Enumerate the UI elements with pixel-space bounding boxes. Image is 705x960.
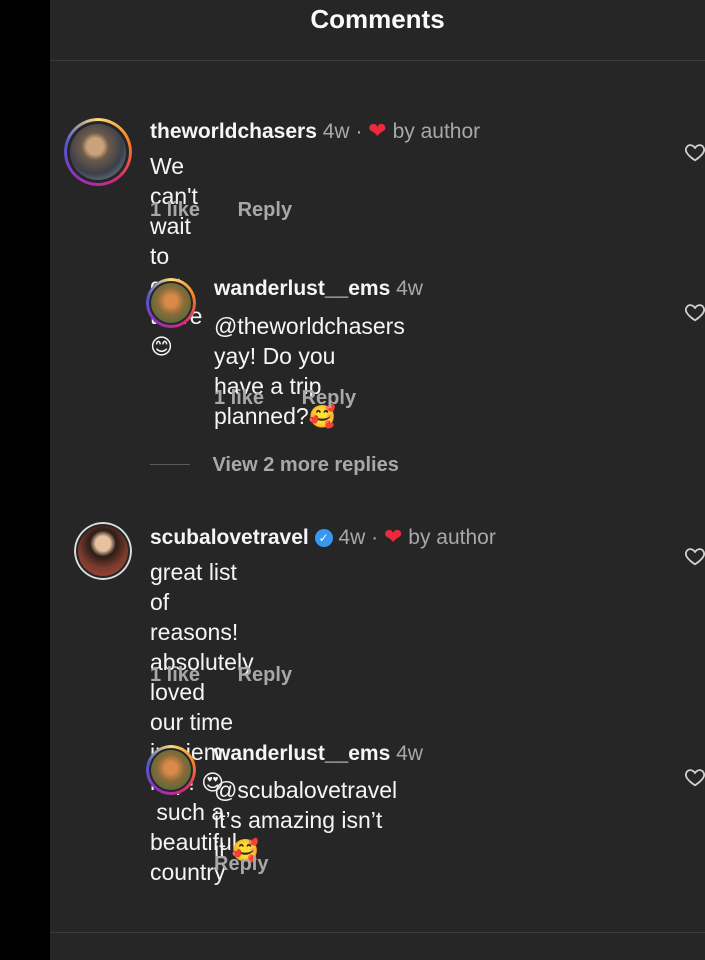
avatar[interactable]	[74, 522, 132, 580]
heart-outline-icon[interactable]	[684, 545, 705, 567]
like-count[interactable]: 1 like	[150, 664, 200, 686]
comment-username[interactable]: wanderlust__ems	[214, 277, 390, 300]
left-edge-bar	[0, 0, 50, 960]
reply-button[interactable]: Reply	[302, 387, 356, 409]
heart-outline-icon[interactable]	[684, 301, 705, 323]
author-heart-icon: ❤	[384, 524, 403, 549]
comments-header: Comments	[50, 0, 705, 61]
author-heart-icon: ❤	[368, 118, 387, 143]
page-title: Comments	[310, 4, 445, 34]
comment-text: We can't wait to get there 😊	[150, 153, 202, 359]
comment-text: @scubalovetravel it’s amazing isn’t it 🥰	[214, 777, 398, 863]
reply-button[interactable]: Reply	[214, 853, 268, 875]
smile-emoji: 😊	[150, 334, 173, 359]
comment-time: 4w	[338, 526, 366, 549]
separator-dot: ·	[371, 526, 379, 549]
verified-badge-icon: ✓	[314, 529, 333, 547]
reply-button[interactable]: Reply	[238, 199, 292, 221]
comment-username[interactable]: theworldchasers	[150, 120, 317, 143]
avatar[interactable]	[146, 278, 196, 328]
avatar[interactable]	[64, 118, 132, 186]
separator-dot: ·	[355, 120, 363, 143]
like-count[interactable]: 1 like	[150, 199, 200, 221]
divider	[150, 464, 190, 465]
by-author-label: by author	[408, 526, 496, 549]
comment-time: 4w	[322, 120, 350, 143]
comment-time: 4w	[396, 742, 423, 765]
comment-username[interactable]: wanderlust__ems	[214, 742, 390, 765]
comment-time: 4w	[396, 277, 423, 300]
comment-username[interactable]: scubalovetravel	[150, 526, 309, 549]
view-more-replies[interactable]: View 2 more replies	[150, 454, 399, 477]
like-count[interactable]: 1 like	[214, 387, 264, 409]
reply-button[interactable]: Reply	[238, 664, 292, 686]
heart-outline-icon[interactable]	[684, 766, 705, 788]
heart-outline-icon[interactable]	[684, 141, 705, 163]
avatar[interactable]	[146, 745, 196, 795]
by-author-label: by author	[392, 120, 481, 143]
comment-text: @theworldchasers yay! Do you have a trip…	[214, 313, 405, 429]
bottom-divider	[50, 932, 705, 933]
